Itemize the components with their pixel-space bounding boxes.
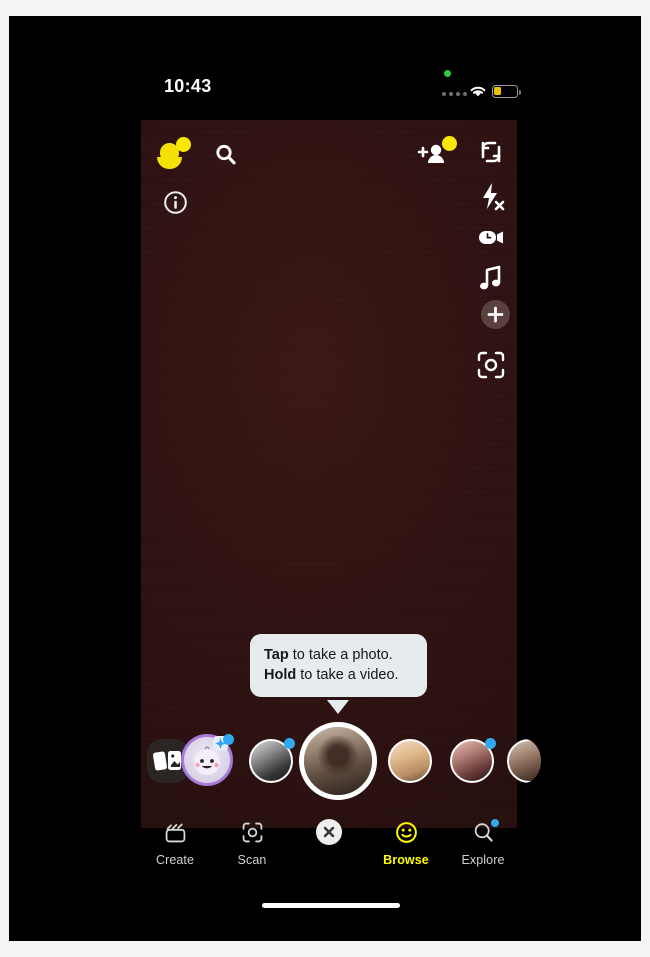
close-button[interactable] <box>289 818 369 853</box>
tab-explore[interactable]: Explore <box>443 818 523 867</box>
add-friend-notification-dot <box>442 136 457 151</box>
unread-badge <box>223 734 234 745</box>
flip-camera-icon[interactable] <box>477 138 505 166</box>
bottom-navigation: Create Scan Browse Explore <box>9 818 641 882</box>
tab-scan[interactable]: Scan <box>212 818 292 867</box>
avatar <box>388 739 432 783</box>
tab-browse[interactable]: Browse <box>366 818 446 867</box>
wifi-icon <box>470 86 486 97</box>
plus-icon <box>487 306 504 323</box>
list-item[interactable] <box>249 738 295 783</box>
tooltip-line-2: Hold to take a video. <box>264 665 413 685</box>
lens-carousel[interactable] <box>141 720 541 828</box>
info-circle-icon[interactable] <box>163 190 188 215</box>
tab-label: Create <box>155 853 195 867</box>
home-indicator-bar <box>262 903 400 908</box>
signal-dots-icon <box>442 92 467 96</box>
scan-frame-icon <box>212 818 292 846</box>
avatar <box>304 727 372 795</box>
tooltip-hold-rest: to take a video. <box>296 667 399 683</box>
tab-label: Browse <box>383 853 429 867</box>
green-recording-dot-icon <box>444 70 451 77</box>
tooltip-arrow <box>327 700 349 714</box>
tooltip-line-1: Tap to take a photo. <box>264 645 413 665</box>
tooltip-tap-rest: to take a photo. <box>288 647 393 663</box>
search-sparkle-icon <box>443 818 523 846</box>
status-bar: 10:43 <box>9 70 641 120</box>
shutter-button[interactable] <box>299 722 377 800</box>
list-item[interactable] <box>507 739 541 783</box>
add-to-story-button[interactable] <box>481 300 510 329</box>
list-item[interactable] <box>181 734 234 786</box>
camera-viewfinder[interactable]: Tap to take a photo. Hold to take a vide… <box>141 120 541 828</box>
camera-tooltip: Tap to take a photo. Hold to take a vide… <box>250 634 427 697</box>
unread-badge <box>485 738 496 749</box>
smiley-face-icon <box>366 818 446 846</box>
search-icon[interactable] <box>213 142 239 168</box>
battery-icon <box>492 85 521 98</box>
clapperboard-icon <box>135 818 215 846</box>
phone-screenshot: 10:43 Tap to take a photo. Hold to take … <box>9 16 641 941</box>
tab-create[interactable]: Create <box>135 818 215 867</box>
scan-frame-icon[interactable] <box>475 349 507 381</box>
tooltip-tap-bold: Tap <box>264 647 289 663</box>
avatar <box>507 739 541 783</box>
add-friend-icon[interactable] <box>415 136 457 172</box>
close-x-icon <box>316 819 342 845</box>
explore-badge-dot <box>491 819 499 827</box>
list-item[interactable] <box>388 739 432 783</box>
list-item[interactable] <box>450 738 496 783</box>
status-bar-clock: 10:43 <box>164 76 212 96</box>
flash-off-icon[interactable] <box>475 180 507 212</box>
tab-label: Scan <box>237 853 267 867</box>
profile-notification-dot <box>176 137 191 152</box>
outer-frame: 10:43 Tap to take a photo. Hold to take … <box>0 0 650 957</box>
music-note-icon[interactable] <box>475 262 507 294</box>
tab-label: Explore <box>461 853 505 867</box>
unread-badge <box>284 738 295 749</box>
video-timer-icon[interactable] <box>475 221 507 253</box>
tooltip-hold-bold: Hold <box>264 667 297 683</box>
bitmoji-profile-icon[interactable] <box>157 137 191 171</box>
bitmoji-body <box>157 157 182 169</box>
